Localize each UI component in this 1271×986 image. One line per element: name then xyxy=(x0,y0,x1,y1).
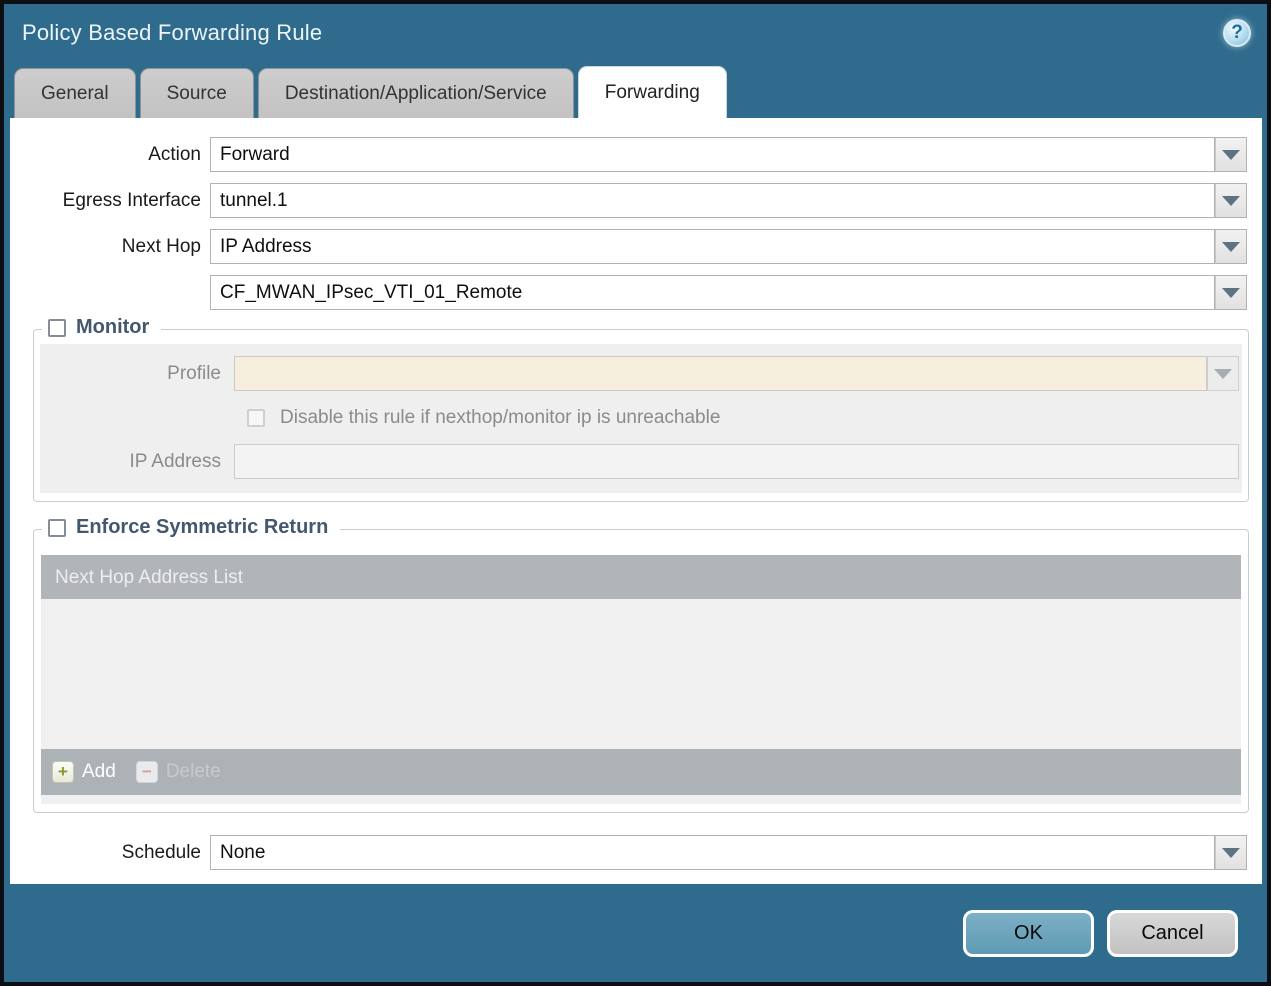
next-hop-address-list-table: Next Hop Address List + Add − Delete xyxy=(41,555,1241,804)
disable-rule-row: Disable this rule if nexthop/monitor ip … xyxy=(247,407,1242,429)
next-hop-label: Next Hop xyxy=(121,235,201,257)
next-hop-row: Next Hop IP Address xyxy=(10,229,1247,264)
next-hop-address-list-body xyxy=(41,599,1241,749)
chevron-down-icon xyxy=(1222,847,1240,858)
dialog-title: Policy Based Forwarding Rule xyxy=(22,20,323,45)
tab-destination-application-service[interactable]: Destination/Application/Service xyxy=(257,68,574,118)
tab-bar: General Source Destination/Application/S… xyxy=(4,62,1267,118)
next-hop-address-dropdown-button[interactable] xyxy=(1215,275,1247,310)
disable-rule-label: Disable this rule if nexthop/monitor ip … xyxy=(280,407,721,428)
title-bar: Policy Based Forwarding Rule ? xyxy=(4,4,1267,62)
next-hop-address-row: CF_MWAN_IPsec_VTI_01_Remote xyxy=(10,275,1247,310)
delete-button: − Delete xyxy=(135,761,221,783)
schedule-row: Schedule None xyxy=(10,835,1247,870)
tab-forwarding[interactable]: Forwarding xyxy=(577,66,727,118)
monitor-ip-address-input xyxy=(234,444,1239,479)
action-row: Action Forward xyxy=(10,137,1247,172)
egress-interface-label: Egress Interface xyxy=(62,189,201,211)
chevron-down-icon xyxy=(1222,195,1240,206)
enforce-legend: Enforce Symmetric Return xyxy=(42,516,341,539)
pbf-rule-dialog: Policy Based Forwarding Rule ? General S… xyxy=(0,0,1271,986)
monitor-legend: Monitor xyxy=(42,316,162,339)
table-header-next-hop-address-list: Next Hop Address List xyxy=(41,555,1241,599)
chevron-down-icon xyxy=(1222,149,1240,160)
monitor-checkbox[interactable] xyxy=(48,318,66,337)
monitor-section: Monitor Profile Disable this rule if nex… xyxy=(33,316,1249,502)
schedule-select[interactable]: None xyxy=(210,835,1215,870)
cancel-button[interactable]: Cancel xyxy=(1107,909,1238,957)
schedule-label: Schedule xyxy=(121,841,201,863)
egress-interface-dropdown-button[interactable] xyxy=(1215,183,1247,218)
next-hop-address-select[interactable]: CF_MWAN_IPsec_VTI_01_Remote xyxy=(210,275,1215,310)
profile-row: Profile xyxy=(40,356,1239,391)
profile-dropdown-button xyxy=(1207,356,1239,391)
monitor-ip-address-row: IP Address xyxy=(40,444,1239,479)
ok-button[interactable]: OK xyxy=(963,909,1094,957)
table-footer: + Add − Delete xyxy=(41,749,1241,795)
egress-interface-row: Egress Interface tunnel.1 xyxy=(10,183,1247,218)
add-button[interactable]: + Add xyxy=(52,761,116,783)
disable-rule-checkbox xyxy=(247,409,265,427)
tab-source[interactable]: Source xyxy=(139,68,254,118)
monitor-panel: Profile Disable this rule if nexthop/mon… xyxy=(40,344,1242,493)
monitor-legend-label: Monitor xyxy=(76,316,150,338)
help-icon[interactable]: ? xyxy=(1223,19,1251,47)
plus-icon: + xyxy=(52,761,74,783)
action-dropdown-button[interactable] xyxy=(1215,137,1247,172)
enforce-legend-label: Enforce Symmetric Return xyxy=(76,516,329,538)
next-hop-type-dropdown-button[interactable] xyxy=(1215,229,1247,264)
delete-button-label: Delete xyxy=(165,761,221,782)
monitor-ip-address-label: IP Address xyxy=(129,450,221,472)
profile-label: Profile xyxy=(167,362,221,384)
enforce-symmetric-return-section: Enforce Symmetric Return Next Hop Addres… xyxy=(33,516,1249,813)
profile-select xyxy=(234,356,1207,391)
chevron-down-icon xyxy=(1222,241,1240,252)
next-hop-type-select[interactable]: IP Address xyxy=(210,229,1215,264)
tab-content: Action Forward Egress Interface tunnel.1… xyxy=(10,118,1262,884)
dialog-footer: OK Cancel xyxy=(4,884,1267,982)
schedule-dropdown-button[interactable] xyxy=(1215,835,1247,870)
add-button-label: Add xyxy=(82,761,116,782)
tab-general[interactable]: General xyxy=(14,68,136,118)
chevron-down-icon xyxy=(1214,368,1232,379)
minus-icon: − xyxy=(135,761,158,783)
chevron-down-icon xyxy=(1222,287,1240,298)
action-select[interactable]: Forward xyxy=(210,137,1215,172)
egress-interface-select[interactable]: tunnel.1 xyxy=(210,183,1215,218)
enforce-symmetric-return-checkbox[interactable] xyxy=(48,518,66,537)
action-label: Action xyxy=(148,143,201,165)
table-bottom-strip xyxy=(41,795,1241,804)
